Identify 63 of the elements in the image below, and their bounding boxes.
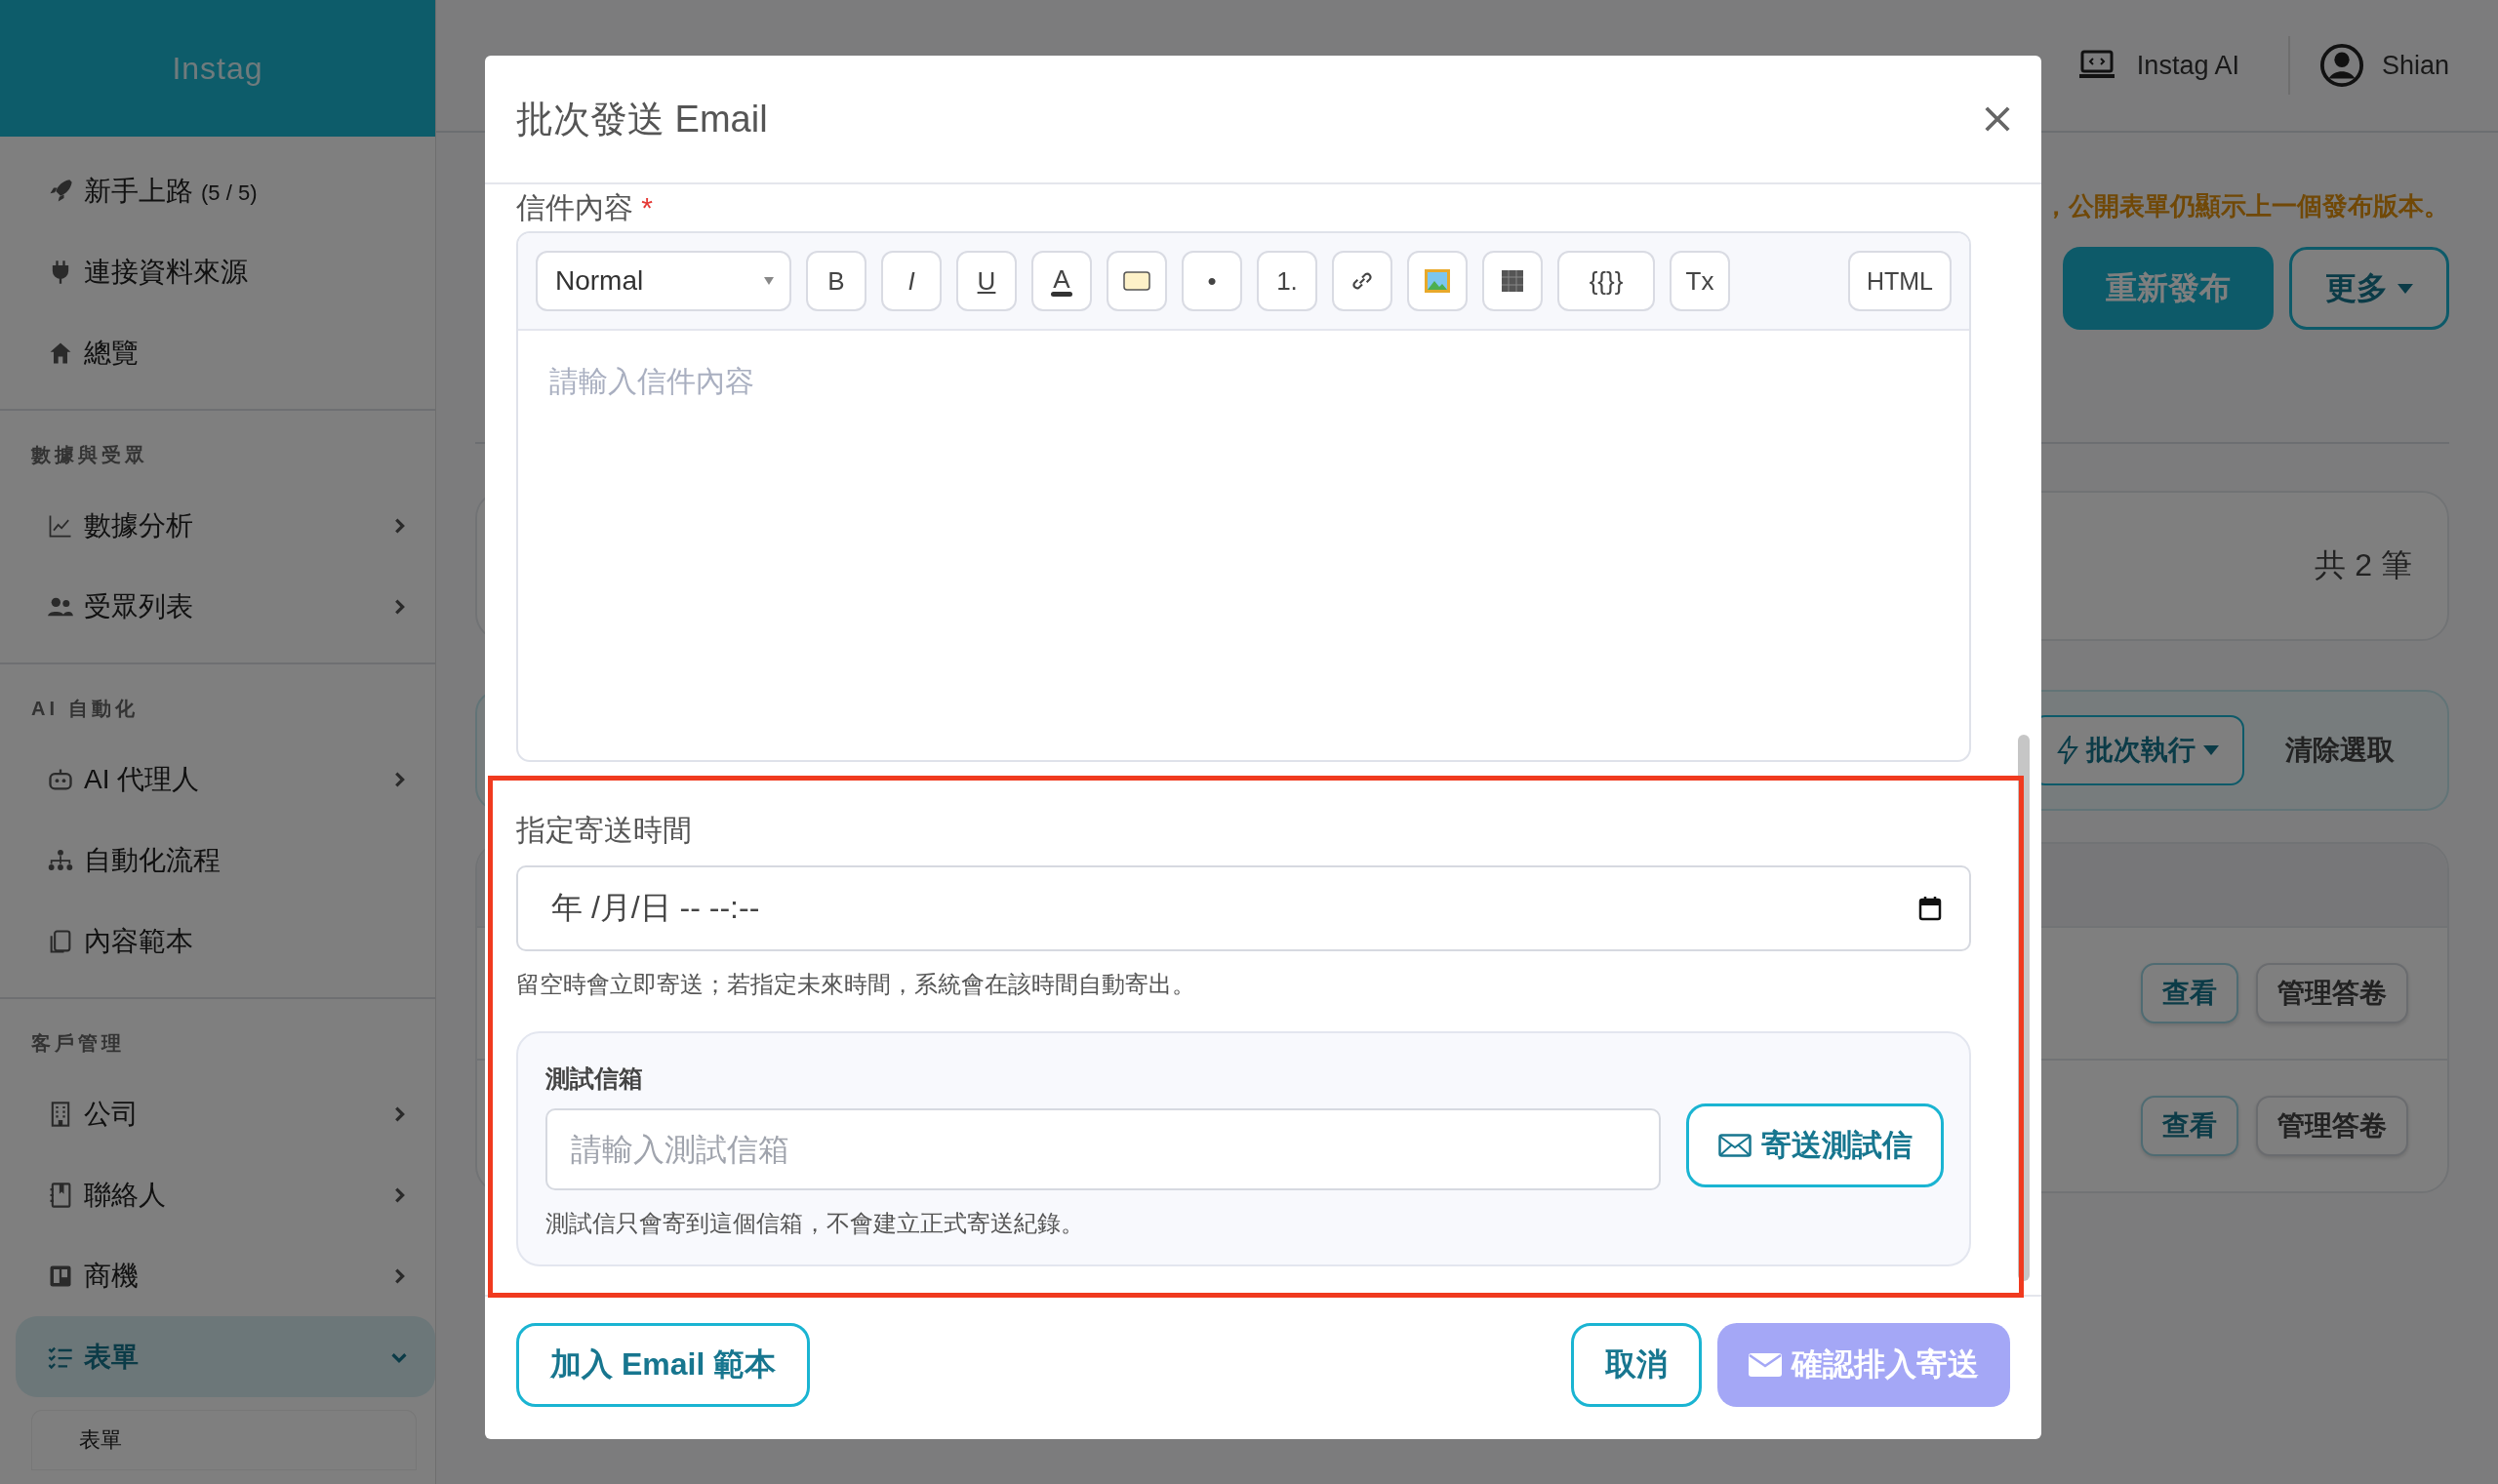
test-email-field[interactable]: 請輸入測試信箱 <box>545 1108 1661 1190</box>
close-icon[interactable] <box>1983 104 2012 134</box>
ai-label[interactable]: Instag AI <box>2136 50 2239 81</box>
view-button[interactable]: 查看 <box>2141 1096 2238 1156</box>
variable-button[interactable]: {{}} <box>1557 251 1655 311</box>
table-icon <box>1502 270 1523 292</box>
laptop-code-icon[interactable] <box>2077 50 2115 81</box>
calendar-icon[interactable] <box>1918 896 1942 921</box>
section-title: 數據與受眾 <box>30 442 149 467</box>
sidebar-item[interactable]: 新手上路 (5 / 5) <box>0 150 435 231</box>
sidebar-item[interactable]: 連接資料來源 <box>0 231 435 312</box>
cancel-button[interactable]: 取消 <box>1571 1323 1702 1407</box>
image-icon <box>1424 268 1451 294</box>
lightning-icon <box>2057 736 2078 765</box>
sidebar-item[interactable]: 自動化流程 <box>0 820 435 901</box>
avatar-icon[interactable] <box>2318 43 2364 88</box>
clear-selection-link[interactable]: 清除選取 <box>2285 732 2395 769</box>
section-title: 客戶管理 <box>30 1030 126 1056</box>
toolbar-button[interactable]: Tx <box>1670 251 1730 311</box>
field-label: 測試信箱 <box>545 1063 644 1094</box>
sidebar-item[interactable]: 公司 <box>0 1073 435 1154</box>
field-label: 指定寄送時間 <box>516 814 692 846</box>
helper-text: 測試信只會寄到這個信箱，不會建立正式寄送紀錄。 <box>545 1209 1085 1238</box>
html-button[interactable]: HTML <box>1848 251 1952 311</box>
format-dropdown[interactable]: Normal <box>536 251 791 311</box>
sidebar-item[interactable]: 商機 <box>0 1235 435 1316</box>
section-title: AI 自動化 <box>30 696 140 721</box>
notice-text: ，公開表單仍顯示上一個發布版本。 <box>2043 190 2449 222</box>
send-test-button[interactable]: 寄送測試信 <box>1686 1103 1944 1187</box>
sidebar-item[interactable]: 受眾列表 <box>0 566 435 647</box>
manage-responses-button[interactable]: 管理答卷 <box>2256 1096 2408 1156</box>
link-button[interactable] <box>1332 251 1392 311</box>
sidebar-item[interactable]: 數據分析 <box>0 485 435 566</box>
italic-button[interactable]: I <box>881 251 942 311</box>
add-template-button[interactable]: 加入 Email 範本 <box>516 1323 811 1407</box>
text-color-button[interactable]: A <box>1031 251 1092 311</box>
dialog-title: 批次發送 Email <box>516 97 768 141</box>
underline-button[interactable]: U <box>956 251 1017 311</box>
more-button[interactable]: 更多 <box>2289 247 2449 330</box>
envelope-icon <box>1749 1353 1782 1377</box>
swatch-icon <box>1123 271 1150 291</box>
envelope-icon <box>1717 1134 1752 1157</box>
sidebar-item[interactable]: AI 代理人 <box>0 739 435 820</box>
bold-button[interactable]: B <box>806 251 866 311</box>
sidebar-item[interactable]: 總覽 <box>0 312 435 393</box>
user-name[interactable]: Shian <box>2381 50 2449 81</box>
sidebar-item[interactable]: 表單 <box>16 1316 435 1397</box>
caret-icon <box>2203 745 2219 755</box>
datetime-field[interactable]: 年 /月/日 -- --:-- <box>516 865 1971 951</box>
image-button[interactable] <box>1407 251 1468 311</box>
sidebar-item[interactable]: 內容範本 <box>0 901 435 982</box>
highlight-button[interactable] <box>1107 251 1167 311</box>
caret-icon <box>2397 283 2413 294</box>
table-button[interactable] <box>1482 251 1543 311</box>
helper-text: 留空時會立即寄送；若指定未來時間，系統會在該時間自動寄出。 <box>516 970 1196 999</box>
toolbar-button[interactable]: 1. <box>1257 251 1317 311</box>
toolbar-button[interactable]: • <box>1182 251 1242 311</box>
manage-responses-button[interactable]: 管理答卷 <box>2256 963 2408 1023</box>
sidebar-item[interactable]: 聯絡人 <box>0 1154 435 1235</box>
record-count: 共 2 筆 <box>2315 546 2412 584</box>
caret-icon <box>764 277 774 285</box>
field-label: 信件內容 * <box>516 190 655 225</box>
view-button[interactable]: 查看 <box>2141 963 2238 1023</box>
